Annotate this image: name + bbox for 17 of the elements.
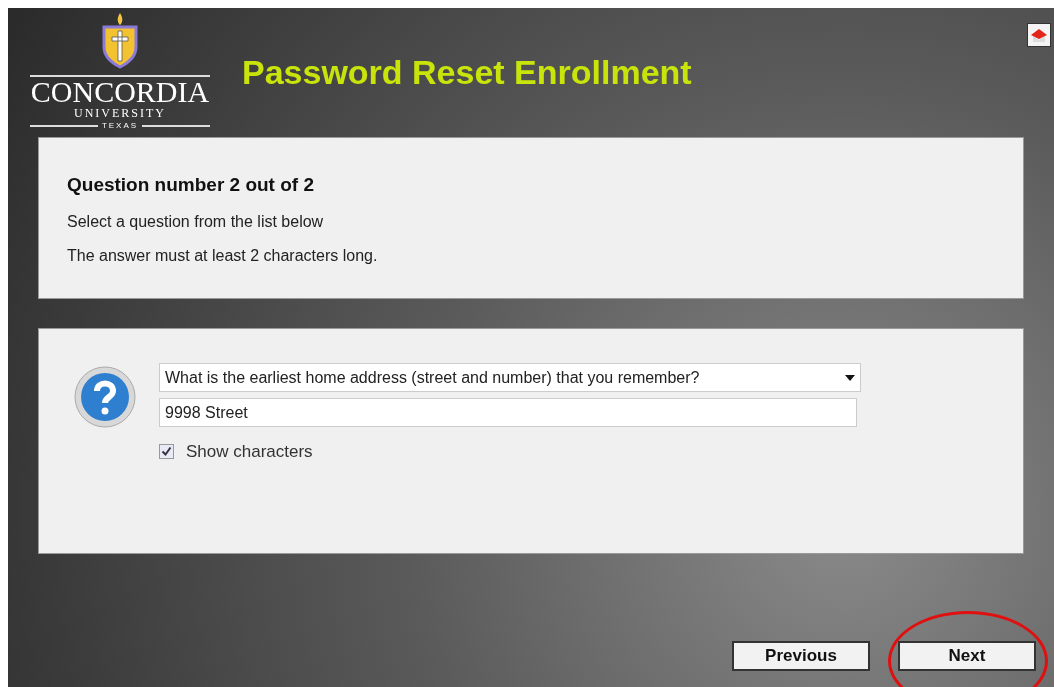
logo-wordmark: CONCORDIA (30, 77, 210, 107)
answer-field[interactable]: 9998 Street (159, 398, 857, 427)
checkbox-label: Show characters (186, 441, 313, 463)
logo-location: TEXAS (101, 120, 139, 132)
nav-button[interactable]: Previous (732, 641, 870, 671)
logo-subtitle: UNIVERSITY (74, 107, 166, 120)
instruction-text: The answer must at least 2 characters long. (67, 245, 379, 266)
instruction-text: Select a question from the list below (67, 211, 325, 232)
show-characters-checkbox[interactable] (159, 444, 174, 460)
shield-cross-icon (100, 13, 140, 71)
caret-icon (845, 374, 855, 381)
window-title: Password Reset Enrollment (242, 52, 692, 93)
help-icon (73, 365, 137, 429)
house-icon[interactable] (1027, 23, 1051, 47)
nav-button[interactable]: Next (898, 641, 1036, 671)
question-dropdown[interactable]: What is the earliest home address (street and number) that you remember? (159, 363, 861, 392)
question-heading: Question number 2 out of 2 (67, 173, 315, 197)
